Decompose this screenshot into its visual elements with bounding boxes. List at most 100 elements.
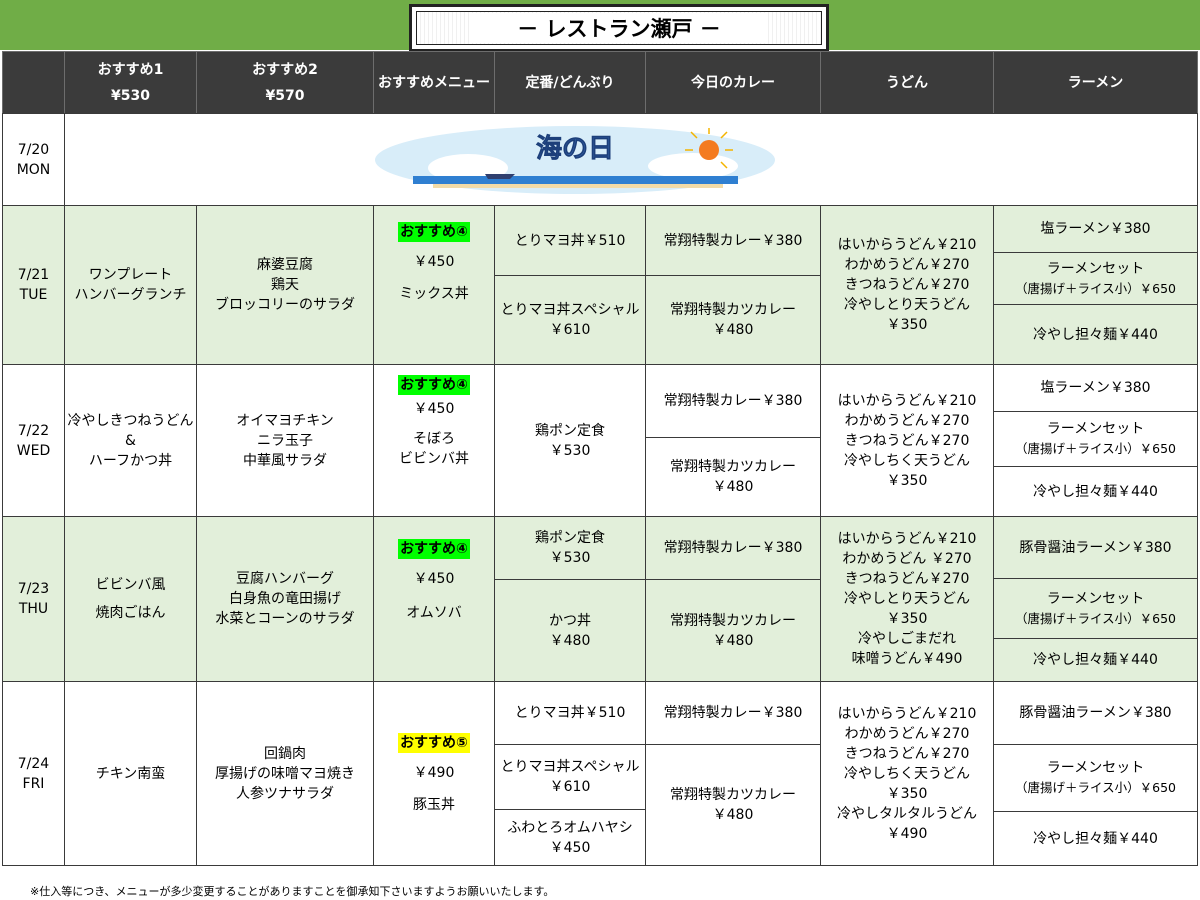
date-cell-tue: 7/21 TUE [2,205,65,365]
dish-line: 人参ツナサラダ [236,785,334,802]
dish-line: ラーメンセット [1046,760,1145,776]
osusume-menu-wed: おすすめ④ ￥450 そぼろ ビビンバ丼 [373,364,495,517]
osusume2-wed: オイマヨチキン ニラ玉子 中華風サラダ [196,364,374,517]
teiban-fri-3: ふわとろオムハヤシ ￥450 [494,809,646,866]
dish-line: 冷やしとり天うどん [844,297,970,313]
teiban-tue-2: とりマヨ丼スペシャル ￥610 [494,275,646,365]
teiban-wed: 鶏ポン定食 ￥530 [494,364,646,517]
dish-line: 麻婆豆腐 [257,257,313,273]
date-cell-thu: 7/23 THU [2,516,65,682]
dish-line: はいからうどん￥210 [837,531,977,547]
dish-line: ￥480 [712,322,754,338]
osusume-menu-fri: おすすめ⑤ ￥490 豚玉丼 [373,681,495,866]
dish-line: かつ丼 [549,612,591,629]
dish-line: ￥350 [886,472,928,489]
osusume-menu-tue: おすすめ④ ￥450 ミックス丼 [373,205,495,365]
dish-line: 冷やしきつねうどん [67,412,194,429]
teiban-fri-1: とりマヨ丼￥510 [494,681,646,745]
osusume2-tue: 麻婆豆腐 鶏天 ブロッコリーのサラダ [196,205,374,365]
ramen-fri-2: ラーメンセット （唐揚げ＋ライス小）￥650 [993,744,1198,812]
header-osusume2: おすすめ2 ¥570 [196,51,374,114]
header-ramen: ラーメン [993,51,1198,114]
header-teiban-label: 定番/どんぶり [525,74,615,91]
dish-line: ￥610 [549,322,591,338]
ship [485,174,515,179]
menu-name: ビビンバ丼 [399,451,469,467]
dish-line: 冷やしとり天うどん [844,591,970,607]
dish-line: きつねうどん￥270 [844,432,970,449]
dish-line: （唐揚げ＋ライス小）￥650 [1015,610,1176,626]
dish-line: （唐揚げ＋ライス小）￥650 [1015,280,1176,296]
holiday-text: 海の日 [536,134,614,164]
curry-fri-1: 常翔特製カレー￥380 [645,681,821,745]
dish-line: 鶏ポン定食 [535,422,605,439]
menu-name: 豚玉丼 [413,796,455,813]
dish-line: ￥530 [549,442,591,459]
dish-line: & [125,432,136,449]
dish-line: 冷やし担々麺￥440 [1033,483,1158,500]
ramen-wed-2: ラーメンセット （唐揚げ＋ライス小）￥650 [993,411,1198,467]
dish-line: 厚揚げの味噌マヨ焼き [215,765,355,782]
header-blank [2,51,65,114]
dish-line: 常翔特製カツカレー [670,459,796,475]
dish-line: わかめうどん ￥270 [842,551,972,567]
header-osusume-menu-label: おすすめメニュー [378,74,490,91]
header-osusume2-price: ¥570 [265,87,305,104]
curry-tue-2: 常翔特製カツカレー ￥480 [645,275,821,365]
dish-line: 常翔特製カレー￥380 [663,393,803,409]
udon-wed: はいからうどん￥210 わかめうどん￥270 きつねうどん￥270 冷やしちく天… [820,364,994,517]
dish-line: わかめうどん￥270 [844,257,970,273]
dish-line: 冷やし担々麺￥440 [1033,652,1158,668]
holiday-banner: 海の日 [375,126,775,194]
dish-line: 回鍋肉 [264,745,306,762]
dish-line: 豆腐ハンバーグ [236,571,334,587]
dish-line: ふわとろオムハヤシ [507,819,633,836]
date-label: 7/20 [17,141,50,158]
weekday-label: FRI [22,775,45,792]
dish-line: ハンバーグランチ [74,287,187,303]
osusume1-thu: ビビンバ風 焼肉ごはん [64,516,197,682]
dish-line: 水菜とコーンのサラダ [215,611,355,627]
osusume-menu-thu: おすすめ④ ￥450 オムソバ [373,516,495,682]
teiban-thu-1: 鶏ポン定食 ￥530 [494,516,646,580]
dish-line: 中華風サラダ [243,452,327,469]
curry-wed-1: 常翔特製カレー￥380 [645,364,821,438]
dish-line: ￥480 [549,632,591,649]
sand-stripe [433,184,723,188]
dish-line: ￥350 [886,317,928,333]
dish-line: 冷やし担々麺￥440 [1033,830,1158,847]
dish-line: ￥350 [886,785,928,802]
dish-line: とりマヨ丼スペシャル [500,759,640,775]
dish-line: 味噌うどん￥490 [851,651,963,667]
dish-line: 塩ラーメン￥380 [1040,380,1151,396]
dish-line: 常翔特製カレー￥380 [663,540,803,556]
dish-line: 冷やしちく天うどん [844,452,970,469]
weekday-label: MON [16,161,51,178]
ramen-fri-3: 冷やし担々麺￥440 [993,811,1198,866]
dish-line: ハーフかつ丼 [88,452,173,469]
teiban-fri-2: とりマヨ丼スペシャル ￥610 [494,744,646,810]
udon-thu: はいからうどん￥210 わかめうどん ￥270 きつねうどん￥270 冷やしとり… [820,516,994,682]
dish-line: ￥610 [549,779,591,795]
dish-line: 豚骨醤油ラーメン￥380 [1019,705,1172,721]
ramen-wed-3: 冷やし担々麺￥440 [993,466,1198,517]
menu-name: オムソバ [406,605,462,621]
dish-line: 冷やしごまだれ [858,631,956,647]
dish-line: 常翔特製カツカレー [670,302,796,318]
dish-line: はいからうどん￥210 [837,705,977,722]
dish-line: はいからうどん￥210 [837,392,977,409]
weekday-label: TUE [19,287,48,303]
dish-line: 冷やしタルタルうどん [837,805,977,822]
date-label: 7/24 [17,755,50,772]
sea-stripe [413,176,738,184]
date-cell-fri: 7/24 FRI [2,681,65,866]
dish-line: チキン南蛮 [95,765,166,782]
osusume-tag: おすすめ⑤ [398,732,470,753]
dish-line: ￥490 [886,825,928,842]
menu-price: ￥490 [413,764,455,781]
osusume1-wed: 冷やしきつねうどん & ハーフかつ丼 [64,364,197,517]
dish-line: 鶏ポン定食 [535,530,605,546]
date-label: 7/22 [17,422,50,439]
dish-line: ￥350 [886,611,928,627]
date-label: 7/21 [17,267,50,283]
